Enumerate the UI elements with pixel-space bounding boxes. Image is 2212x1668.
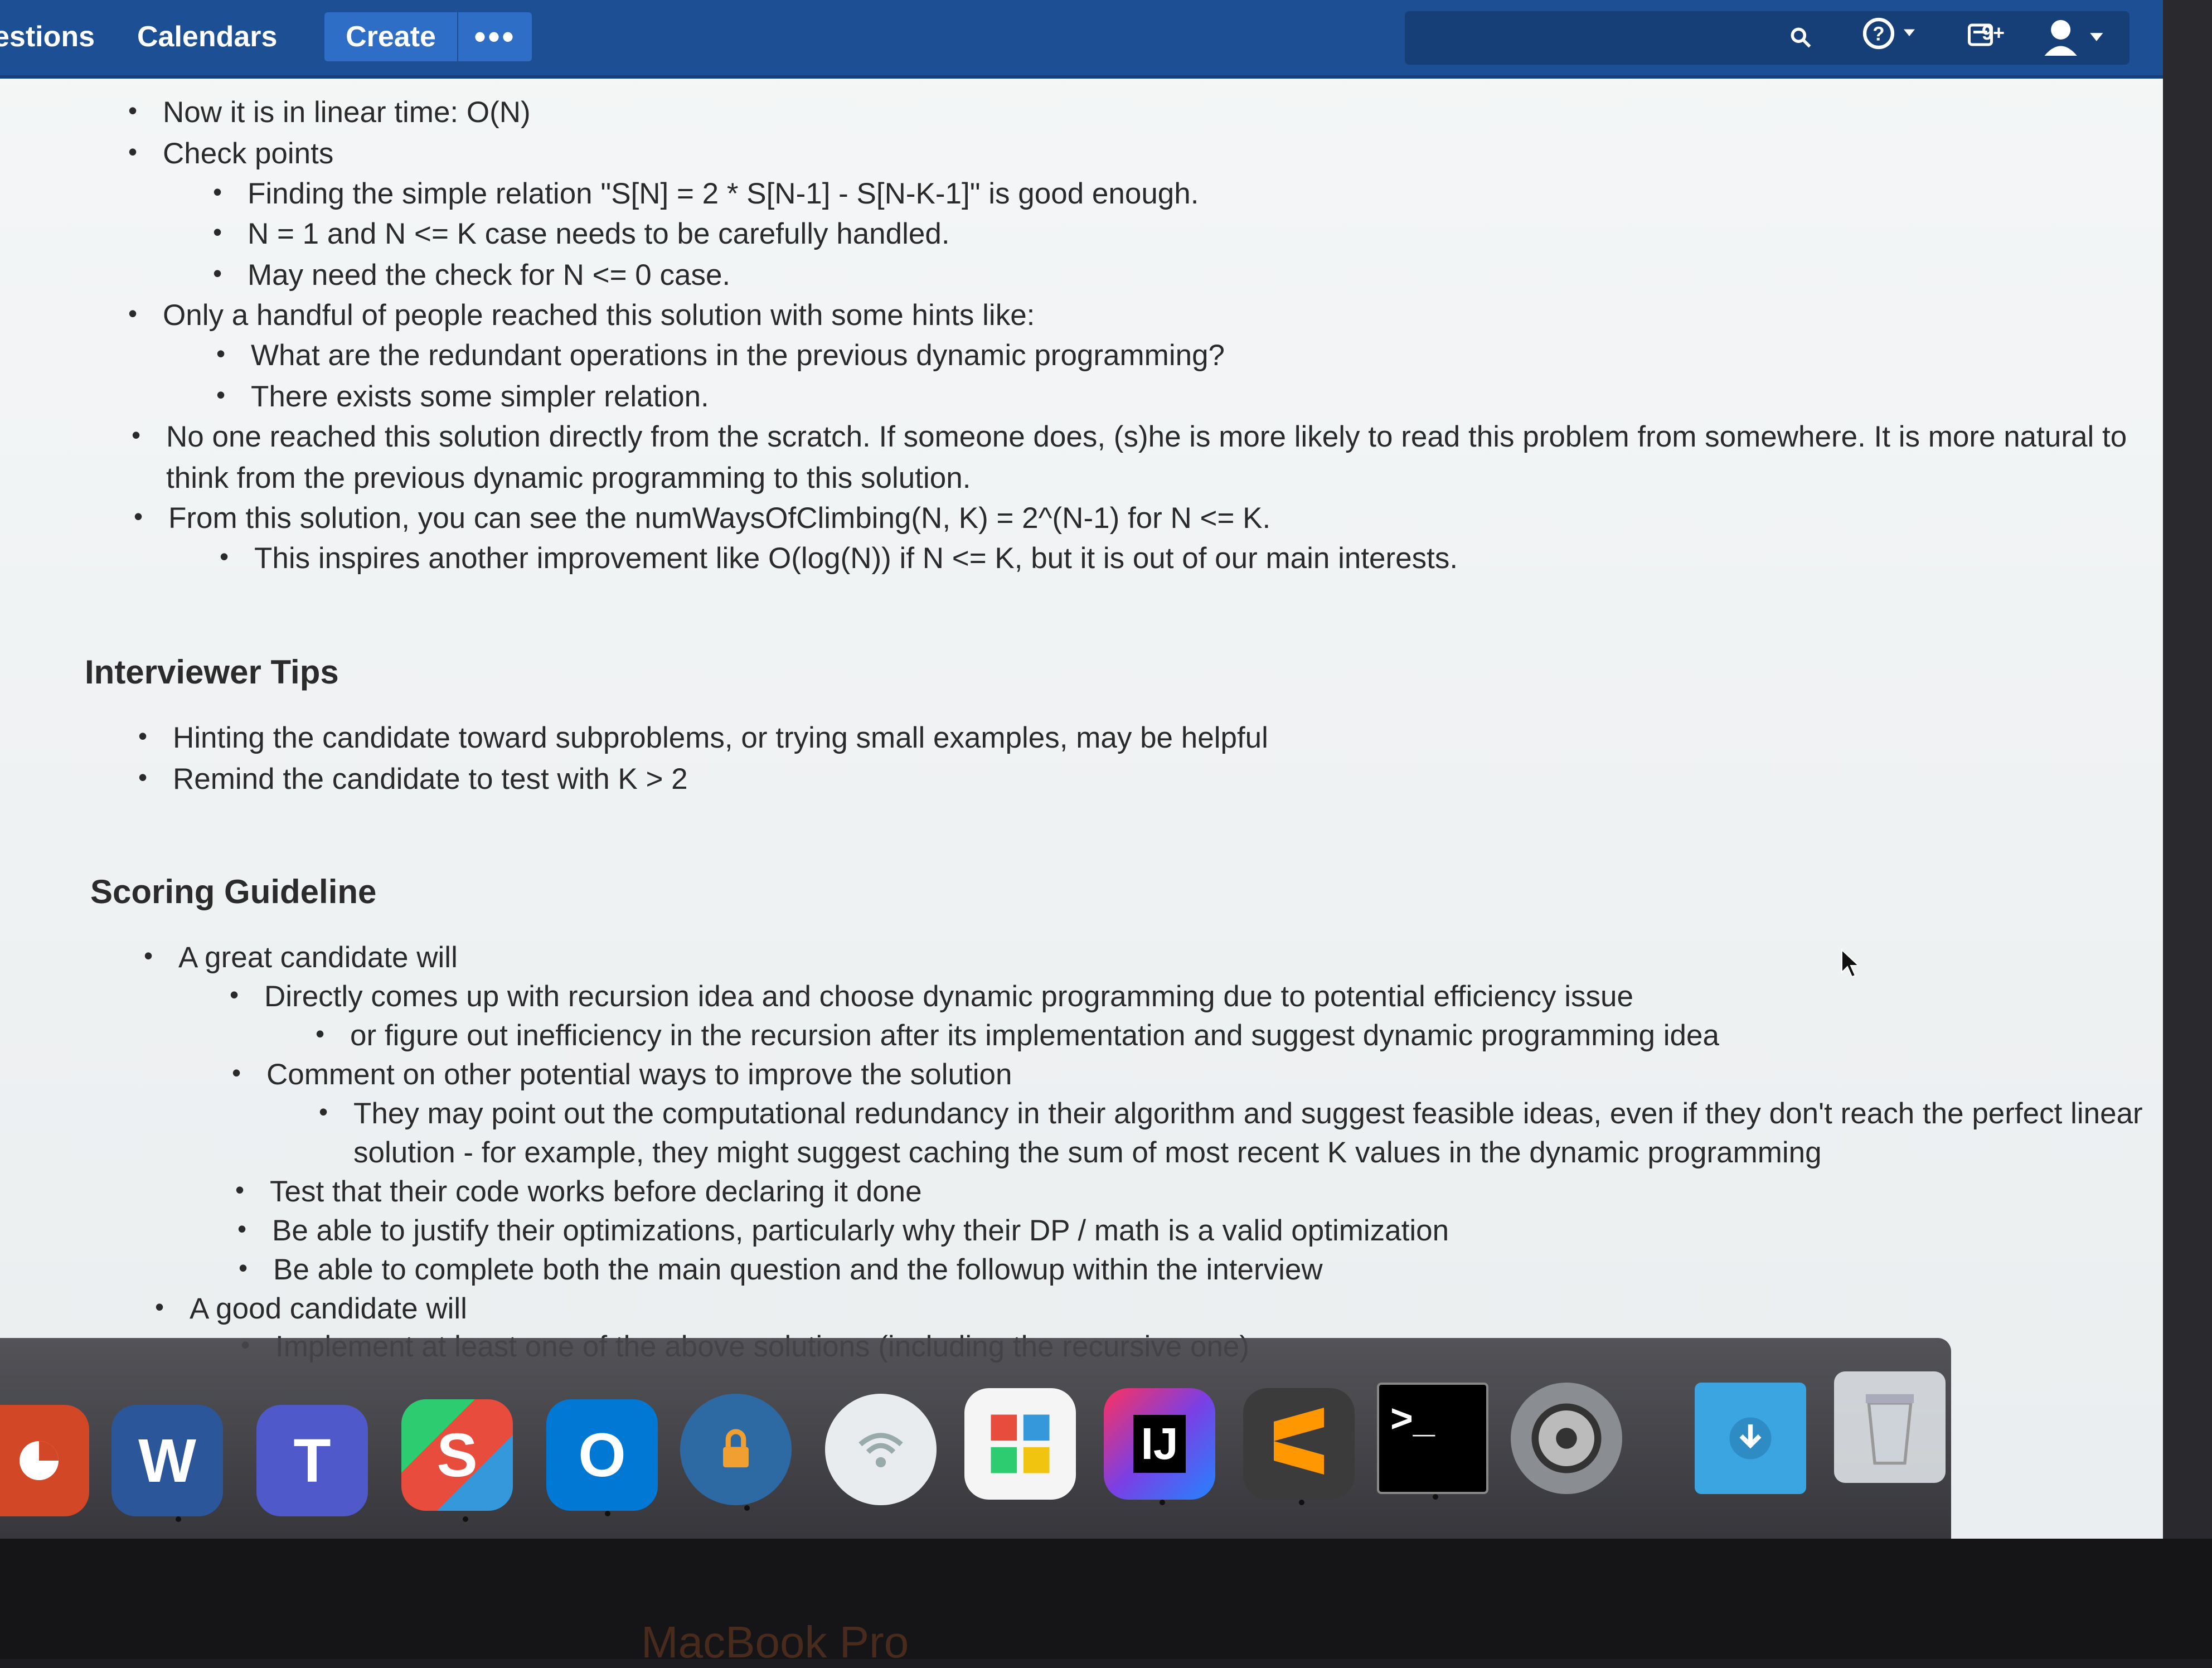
list-item: A great candidate will <box>144 940 458 974</box>
list-item: This inspires another improvement like O… <box>220 541 1458 575</box>
screen-bezel-right <box>2163 0 2212 1659</box>
powerpoint-icon[interactable] <box>0 1405 89 1516</box>
top-navigation-bar: estions Calendars Create ••• ? 9+ <box>0 0 2163 79</box>
intellij-label: IJ <box>1133 1415 1186 1473</box>
list-item: No one reached this solution directly fr… <box>132 420 2127 454</box>
list-item: or figure out inefficiency in the recurs… <box>316 1019 1719 1053</box>
running-indicator <box>1160 1500 1165 1505</box>
list-item: N = 1 and N <= K case needs to be carefu… <box>213 217 950 251</box>
app-launcher-icon[interactable] <box>964 1388 1076 1500</box>
list-item-continuation: solution - for example, they might sugge… <box>353 1136 1822 1169</box>
list-item: Now it is in linear time: O(N) <box>128 95 531 129</box>
more-menu-button[interactable]: ••• <box>458 12 532 61</box>
list-item: Check points <box>128 137 333 171</box>
list-item: There exists some simpler relation. <box>216 380 709 414</box>
vpn-client-icon[interactable] <box>680 1394 792 1505</box>
help-icon[interactable]: ? <box>1856 17 1929 61</box>
list-item: Remind the candidate to test with K > 2 <box>138 762 688 796</box>
list-item: Be able to justify their optimizations, … <box>237 1214 1449 1248</box>
list-item: A good candidate will <box>155 1292 467 1326</box>
list-item: Hinting the candidate toward subproblems… <box>138 721 1268 755</box>
list-item: Directly comes up with recursion idea an… <box>230 980 1633 1014</box>
dock: W T S O IJ >_ <box>0 1338 1951 1539</box>
screen-bezel-bottom <box>0 1539 2212 1659</box>
scoring-guideline-heading: Scoring Guideline <box>90 873 377 910</box>
macbook-label: MacBook Pro <box>641 1617 909 1667</box>
list-item: What are the redundant operations in the… <box>216 338 1225 372</box>
user-avatar-icon[interactable] <box>2035 17 2113 61</box>
outlook-icon[interactable]: O <box>546 1399 658 1511</box>
nav-questions[interactable]: estions <box>0 12 95 61</box>
list-item: May need the check for N <= 0 case. <box>213 258 730 292</box>
list-item: Test that their code works before declar… <box>235 1175 922 1209</box>
terminal-icon[interactable]: >_ <box>1377 1383 1488 1494</box>
list-item: Be able to complete both the main questi… <box>239 1253 1323 1287</box>
teams-icon[interactable]: T <box>256 1405 368 1516</box>
create-button[interactable]: Create <box>324 12 457 61</box>
svg-text:?: ? <box>1873 23 1884 45</box>
system-preferences-icon[interactable] <box>1511 1383 1622 1494</box>
skype-icon[interactable]: S <box>401 1399 513 1511</box>
search-icon[interactable] <box>1778 17 1823 61</box>
notification-count-badge: 9+ <box>1982 21 2005 44</box>
wifi-icon[interactable] <box>825 1394 937 1505</box>
intellij-icon[interactable]: IJ <box>1104 1388 1215 1500</box>
running-indicator <box>463 1516 468 1522</box>
mouse-pointer-icon <box>1840 948 1862 987</box>
list-item: Only a handful of people reached this so… <box>128 298 1035 332</box>
list-item: From this solution, you can see the numW… <box>134 501 1270 535</box>
list-item: Finding the simple relation "S[N] = 2 * … <box>213 177 1199 211</box>
running-indicator <box>605 1511 610 1516</box>
running-indicator <box>1433 1494 1438 1500</box>
downloads-folder-icon[interactable] <box>1695 1383 1806 1494</box>
running-indicator <box>176 1516 181 1522</box>
nav-calendars[interactable]: Calendars <box>137 12 277 61</box>
list-item-continuation: think from the previous dynamic programm… <box>166 462 971 494</box>
list-item: They may point out the computational red… <box>319 1097 2143 1131</box>
interviewer-tips-heading: Interviewer Tips <box>85 653 339 691</box>
topbar-tools-area <box>1405 11 2129 65</box>
sublime-text-icon[interactable] <box>1243 1388 1355 1500</box>
running-indicator <box>1299 1500 1304 1505</box>
screen: estions Calendars Create ••• ? 9+ Now it… <box>0 0 2163 1659</box>
list-item: Comment on other potential ways to impro… <box>232 1058 1012 1092</box>
running-indicator <box>744 1505 750 1511</box>
word-icon[interactable]: W <box>111 1405 223 1516</box>
trash-icon[interactable] <box>1834 1371 1946 1483</box>
